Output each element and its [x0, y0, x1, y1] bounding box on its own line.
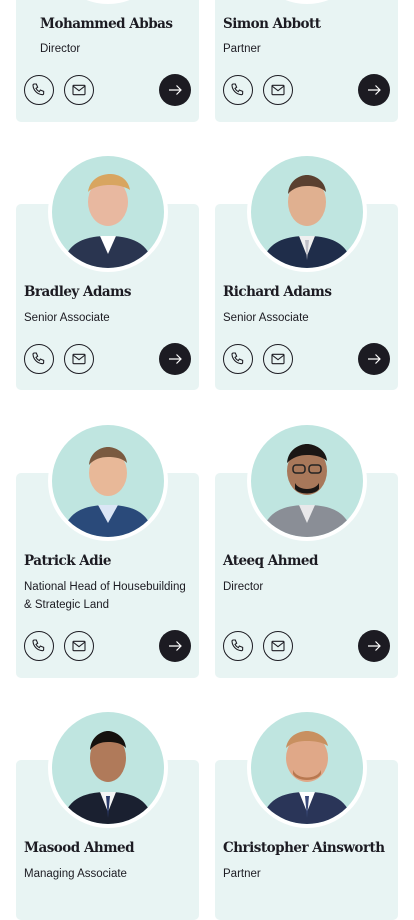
mail-icon	[72, 84, 86, 96]
person-name[interactable]: Bradley Adams	[24, 284, 132, 300]
view-profile-button[interactable]	[358, 74, 390, 106]
person-photo[interactable]	[48, 152, 168, 272]
mail-icon	[72, 353, 86, 365]
arrow-right-icon	[368, 641, 381, 651]
person-role: Senior Associate	[223, 312, 309, 324]
person-name[interactable]: Richard Adams	[223, 284, 332, 300]
arrow-right-icon	[169, 641, 182, 651]
view-profile-button[interactable]	[358, 343, 390, 375]
person-name[interactable]: Mohammed Abbas	[40, 16, 173, 32]
person-card[interactable]: Simon Abbott Partner	[215, 0, 398, 122]
person-name[interactable]: Ateeq Ahmed	[223, 553, 318, 569]
person-role: Managing Associate	[24, 868, 127, 880]
person-name[interactable]: Patrick Adie	[24, 553, 111, 569]
phone-button[interactable]	[223, 344, 253, 374]
person-photo[interactable]	[48, 421, 168, 541]
email-button[interactable]	[64, 344, 94, 374]
person-role: Director	[223, 581, 264, 593]
arrow-right-icon	[368, 354, 381, 364]
mail-icon	[271, 84, 285, 96]
phone-icon	[32, 83, 45, 96]
view-profile-button[interactable]	[358, 630, 390, 662]
email-button[interactable]	[263, 75, 293, 105]
arrow-right-icon	[368, 85, 381, 95]
person-photo[interactable]	[247, 152, 367, 272]
person-name[interactable]: Masood Ahmed	[24, 840, 135, 856]
phone-icon	[231, 83, 244, 96]
arrow-right-icon	[169, 85, 182, 95]
person-photo[interactable]	[247, 421, 367, 541]
phone-button[interactable]	[24, 344, 54, 374]
person-role: Director	[40, 43, 81, 55]
person-photo[interactable]	[247, 708, 367, 828]
phone-icon	[32, 639, 45, 652]
phone-icon	[231, 352, 244, 365]
person-name[interactable]: Christopher Ainsworth	[223, 840, 385, 856]
person-photo[interactable]	[48, 708, 168, 828]
person-role: Partner	[223, 43, 261, 55]
mail-icon	[271, 640, 285, 652]
person-role: Senior Associate	[24, 312, 110, 324]
mail-icon	[271, 353, 285, 365]
email-button[interactable]	[263, 631, 293, 661]
view-profile-button[interactable]	[159, 343, 191, 375]
person-role: National Head of Housebuilding & Strateg…	[24, 581, 186, 611]
person-name[interactable]: Simon Abbott	[223, 16, 321, 32]
person-role: Partner	[223, 868, 261, 880]
phone-button[interactable]	[223, 75, 253, 105]
phone-icon	[231, 639, 244, 652]
phone-button[interactable]	[24, 631, 54, 661]
mail-icon	[72, 640, 86, 652]
phone-icon	[32, 352, 45, 365]
arrow-right-icon	[169, 354, 182, 364]
phone-button[interactable]	[223, 631, 253, 661]
view-profile-button[interactable]	[159, 74, 191, 106]
email-button[interactable]	[64, 75, 94, 105]
email-button[interactable]	[64, 631, 94, 661]
phone-button[interactable]	[24, 75, 54, 105]
view-profile-button[interactable]	[159, 630, 191, 662]
email-button[interactable]	[263, 344, 293, 374]
person-card[interactable]: Mohammed Abbas Director	[16, 0, 199, 122]
